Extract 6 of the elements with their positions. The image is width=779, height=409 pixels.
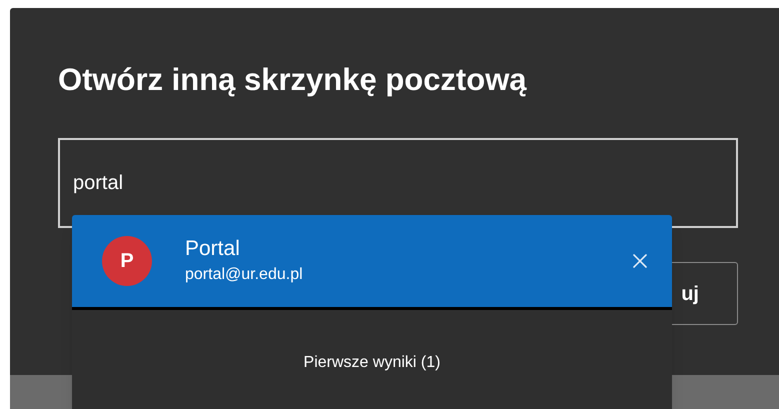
contact-email: portal@ur.edu.pl	[185, 265, 304, 285]
suggestion-item[interactable]: P Portal portal@ur.edu.pl	[72, 215, 672, 310]
contact-name: Portal	[185, 236, 241, 262]
avatar: P	[102, 236, 152, 286]
results-label: Pierwsze wyniki (1)	[304, 353, 440, 373]
dialog-title: Otwórz inną skrzynkę pocztową	[58, 61, 528, 99]
